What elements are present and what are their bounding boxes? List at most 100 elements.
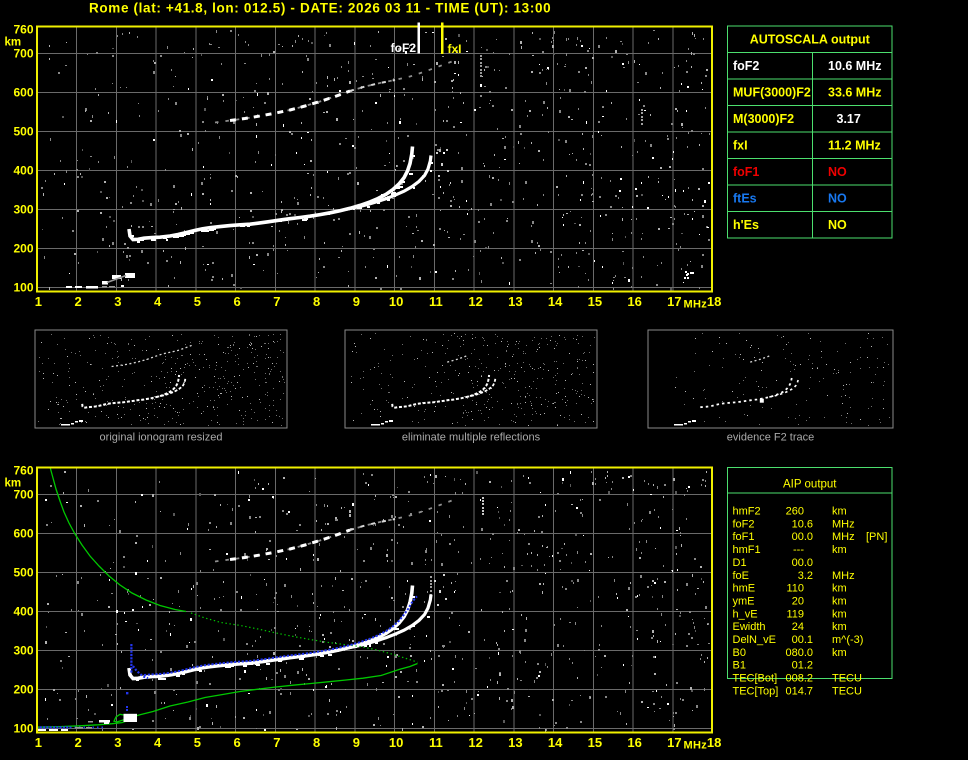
svg-text:100: 100 — [13, 721, 33, 735]
svg-text:NO: NO — [828, 165, 847, 179]
svg-text:10.6: 10.6 — [792, 518, 813, 530]
svg-text:300: 300 — [13, 643, 33, 657]
svg-text:TEC[Bot]: TEC[Bot] — [733, 673, 778, 685]
svg-text:Rome (lat: +41.8, lon: 012.5): Rome (lat: +41.8, lon: 012.5) - DATE: 20… — [89, 1, 551, 16]
svg-text:5: 5 — [194, 294, 201, 309]
svg-text:7: 7 — [273, 294, 280, 309]
svg-text:DelN_vE: DelN_vE — [733, 634, 776, 646]
svg-text:km: km — [5, 478, 22, 490]
svg-text:12: 12 — [468, 735, 482, 750]
svg-text:400: 400 — [13, 163, 33, 177]
svg-text:hmF2: hmF2 — [733, 506, 761, 518]
svg-text:9: 9 — [353, 735, 360, 750]
svg-text:km: km — [832, 621, 847, 633]
svg-text:Ewidth: Ewidth — [733, 621, 766, 633]
svg-text:foF2: foF2 — [733, 59, 759, 73]
svg-text:2: 2 — [75, 735, 82, 750]
svg-text:MHz: MHz — [832, 570, 855, 582]
svg-text:00.1: 00.1 — [792, 634, 813, 646]
svg-text:MHz: MHz — [832, 531, 855, 543]
svg-text:014.7: 014.7 — [785, 685, 813, 697]
svg-text:20: 20 — [792, 595, 804, 607]
svg-text:---: --- — [793, 544, 804, 556]
svg-text:km: km — [832, 595, 847, 607]
svg-text:foF1: foF1 — [733, 165, 759, 179]
svg-text:760: 760 — [13, 22, 33, 36]
svg-text:10: 10 — [389, 294, 403, 309]
svg-text:16: 16 — [627, 735, 641, 750]
svg-text:300: 300 — [13, 202, 33, 216]
svg-text:18: 18 — [707, 735, 721, 750]
svg-text:NO: NO — [828, 192, 847, 206]
svg-text:200: 200 — [13, 241, 33, 255]
svg-text:1: 1 — [35, 735, 42, 750]
svg-text:MHz: MHz — [832, 518, 855, 530]
svg-text:TECU: TECU — [832, 673, 862, 685]
svg-text:NO: NO — [828, 218, 847, 232]
svg-text:[PN]: [PN] — [866, 531, 887, 543]
svg-text:TEC[Top]: TEC[Top] — [733, 685, 779, 697]
svg-text:600: 600 — [13, 526, 33, 540]
svg-text:km: km — [5, 37, 22, 49]
svg-text:h'Es: h'Es — [733, 218, 759, 232]
svg-text:7: 7 — [273, 735, 280, 750]
svg-text:16: 16 — [627, 294, 641, 309]
svg-text:AIP output: AIP output — [783, 479, 837, 491]
svg-text:3.2: 3.2 — [798, 570, 813, 582]
svg-text:10.6 MHz: 10.6 MHz — [828, 59, 882, 73]
svg-text:h_vE: h_vE — [733, 608, 758, 620]
svg-text:080.0: 080.0 — [785, 647, 813, 659]
svg-text:3: 3 — [114, 735, 121, 750]
svg-text:km: km — [832, 647, 847, 659]
svg-text:fxI: fxI — [448, 42, 462, 56]
svg-text:D1: D1 — [733, 557, 747, 569]
svg-text:00.0: 00.0 — [792, 531, 813, 543]
svg-text:10: 10 — [389, 735, 403, 750]
svg-text:hmF1: hmF1 — [733, 544, 761, 556]
svg-text:8: 8 — [313, 735, 320, 750]
svg-text:500: 500 — [13, 565, 33, 579]
svg-text:33.6 MHz: 33.6 MHz — [828, 86, 882, 100]
svg-text:m^(-3): m^(-3) — [832, 634, 863, 646]
svg-text:4: 4 — [154, 735, 162, 750]
svg-text:6: 6 — [234, 735, 241, 750]
svg-text:11: 11 — [429, 294, 443, 309]
svg-text:foE: foE — [733, 570, 750, 582]
svg-text:6: 6 — [234, 294, 241, 309]
svg-text:evidence F2 trace: evidence F2 trace — [727, 432, 814, 444]
svg-text:400: 400 — [13, 604, 33, 618]
svg-text:15: 15 — [588, 735, 602, 750]
svg-text:15: 15 — [588, 294, 602, 309]
svg-text:17: 17 — [667, 735, 681, 750]
svg-text:119: 119 — [786, 608, 804, 620]
svg-text:700: 700 — [13, 487, 33, 501]
svg-text:MUF(3000)F2: MUF(3000)F2 — [733, 86, 811, 100]
svg-text:14: 14 — [548, 294, 563, 309]
svg-text:5: 5 — [194, 735, 201, 750]
svg-text:01.2: 01.2 — [792, 660, 813, 672]
svg-text:500: 500 — [13, 124, 33, 138]
svg-text:200: 200 — [13, 682, 33, 696]
svg-text:600: 600 — [13, 85, 33, 99]
svg-text:foF1: foF1 — [733, 531, 755, 543]
svg-text:100: 100 — [13, 280, 33, 294]
svg-text:MHz: MHz — [684, 299, 708, 311]
svg-text:9: 9 — [353, 294, 360, 309]
svg-text:fxI: fxI — [733, 139, 748, 153]
svg-text:km: km — [832, 583, 847, 595]
svg-text:B1: B1 — [733, 660, 746, 672]
svg-text:760: 760 — [13, 463, 33, 477]
svg-text:original ionogram resized: original ionogram resized — [100, 432, 223, 444]
svg-text:008.2: 008.2 — [785, 673, 813, 685]
svg-text:4: 4 — [154, 294, 162, 309]
svg-text:13: 13 — [508, 294, 522, 309]
svg-text:foF2: foF2 — [733, 518, 755, 530]
svg-text:eliminate multiple reflections: eliminate multiple reflections — [402, 432, 541, 444]
svg-text:AUTOSCALA output: AUTOSCALA output — [750, 33, 871, 47]
svg-text:1: 1 — [35, 294, 42, 309]
svg-text:ymE: ymE — [733, 595, 755, 607]
svg-text:24: 24 — [792, 621, 804, 633]
svg-text:km: km — [832, 506, 847, 518]
svg-text:hmE: hmE — [733, 583, 756, 595]
svg-text:3: 3 — [114, 294, 121, 309]
